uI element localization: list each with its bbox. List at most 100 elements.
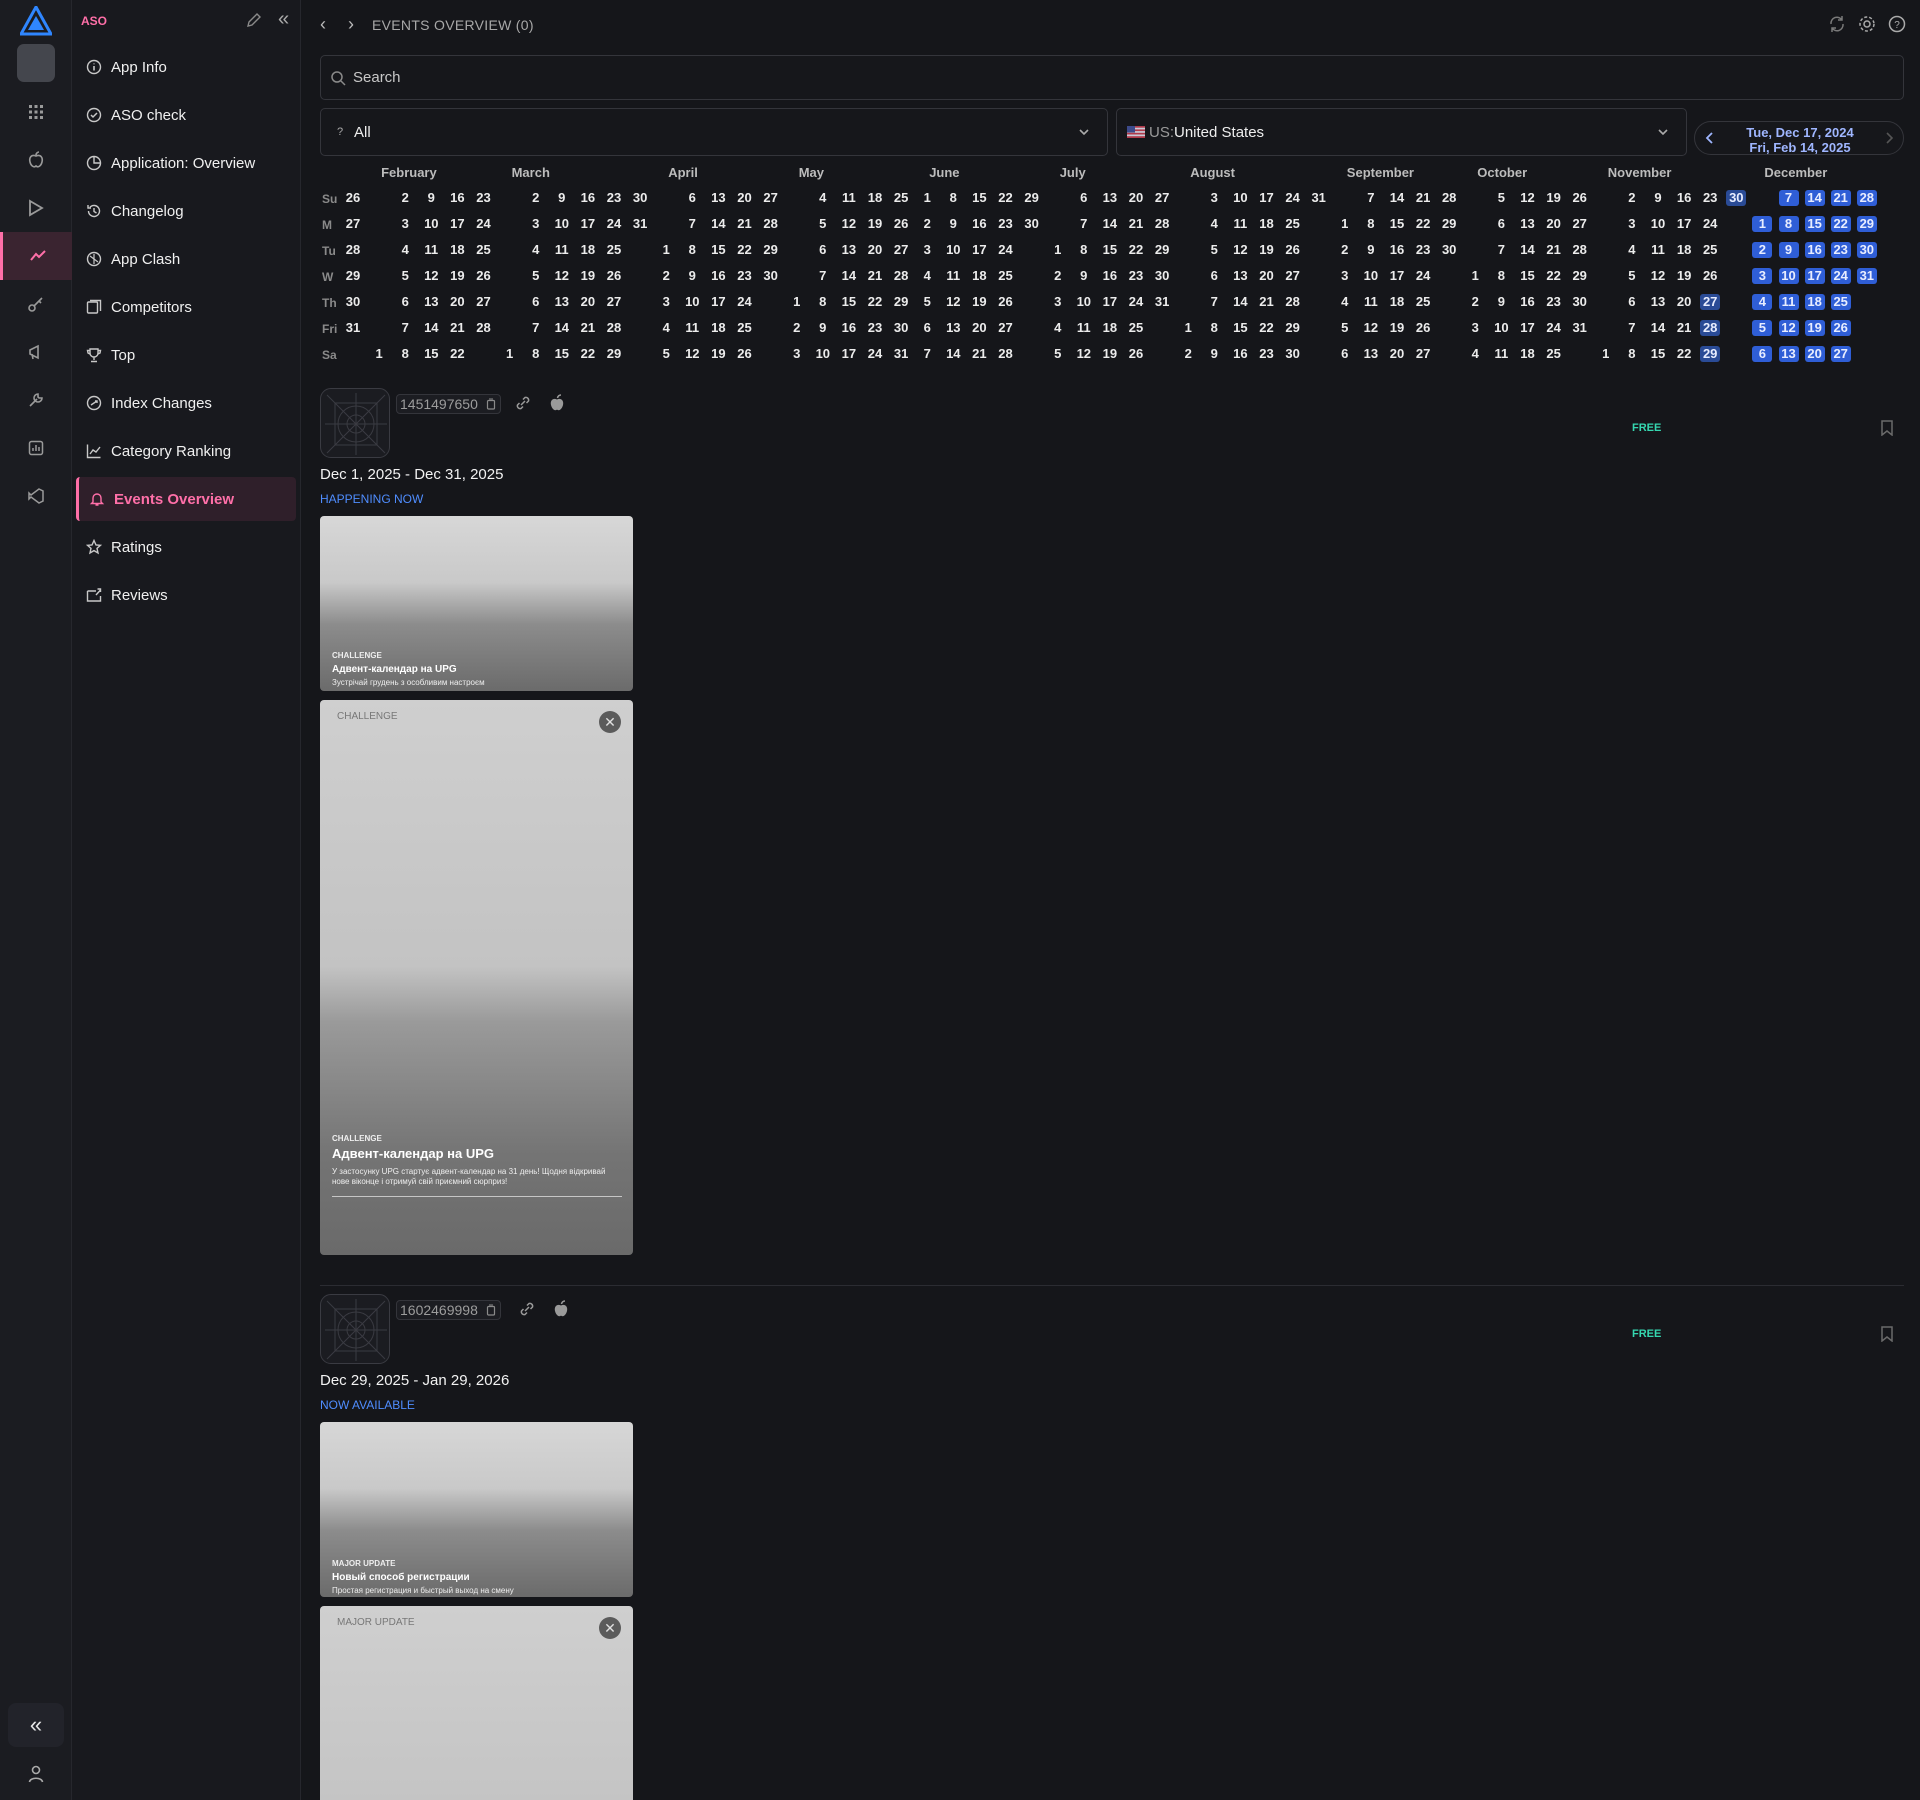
calendar-day[interactable]: 20 <box>578 294 598 310</box>
calendar-day[interactable]: 1 <box>1596 346 1616 362</box>
calendar-day[interactable]: 28 <box>761 216 781 232</box>
calendar-day[interactable]: 12 <box>1230 242 1250 258</box>
calendar-day[interactable]: 3 <box>1622 216 1642 232</box>
calendar-day[interactable]: 15 <box>1100 242 1120 258</box>
calendar-day[interactable]: 21 <box>1413 190 1433 206</box>
calendar-day[interactable]: 29 <box>1856 216 1877 232</box>
calendar-day[interactable]: 15 <box>1518 268 1538 284</box>
calendar-day[interactable]: 12 <box>1074 346 1094 362</box>
calendar-day[interactable]: 17 <box>1518 320 1538 336</box>
calendar-day[interactable]: 27 <box>604 294 624 310</box>
calendar-day[interactable]: 9 <box>552 190 572 206</box>
calendar-day[interactable]: 22 <box>1674 346 1694 362</box>
sidebar-item-app-info[interactable]: App Info <box>76 45 296 89</box>
calendar-day[interactable]: 17 <box>1257 190 1277 206</box>
calendar-day[interactable]: 11 <box>1361 294 1381 310</box>
calendar-day[interactable]: 3 <box>526 216 546 232</box>
calendar-day[interactable]: 26 <box>1570 190 1590 206</box>
calendar-day[interactable]: 6 <box>813 242 833 258</box>
calendar-day[interactable]: 2 <box>1178 346 1198 362</box>
calendar-day[interactable]: 2 <box>1752 242 1773 258</box>
calendar-day[interactable]: 5 <box>1335 320 1355 336</box>
calendar-day[interactable]: 13 <box>839 242 859 258</box>
calendar-day[interactable]: 23 <box>996 216 1016 232</box>
calendar-day[interactable]: 10 <box>1491 320 1511 336</box>
calendar-day[interactable]: 14 <box>421 320 441 336</box>
calendar-day[interactable]: 11 <box>552 242 572 258</box>
calendar-day[interactable]: 17 <box>708 294 728 310</box>
calendar-day[interactable]: 1 <box>1048 242 1068 258</box>
calendar-day[interactable]: 25 <box>604 242 624 258</box>
calendar-day[interactable]: 29 <box>1022 190 1042 206</box>
calendar-day[interactable]: 27 <box>1152 190 1172 206</box>
calendar-day[interactable]: 3 <box>1465 320 1485 336</box>
calendar-day[interactable]: 18 <box>969 268 989 284</box>
calendar-day[interactable]: 8 <box>943 190 963 206</box>
calendar-day[interactable]: 4 <box>1465 346 1485 362</box>
calendar-day[interactable]: 10 <box>552 216 572 232</box>
calendar-day[interactable]: 9 <box>943 216 963 232</box>
sidebar-item-reviews[interactable]: Reviews <box>76 573 296 617</box>
close-icon[interactable]: ✕ <box>599 711 621 733</box>
calendar-day[interactable]: 24 <box>474 216 494 232</box>
calendar-day[interactable]: 26 <box>1126 346 1146 362</box>
calendar-day[interactable]: 1 <box>1178 320 1198 336</box>
apple-icon[interactable] <box>0 136 72 184</box>
calendar-day[interactable]: 6 <box>1074 190 1094 206</box>
sidebar-item-application-overview[interactable]: Application: Overview <box>76 141 296 185</box>
calendar-day[interactable]: 28 <box>1439 190 1459 206</box>
calendar-day[interactable]: 27 <box>1413 346 1433 362</box>
calendar-day[interactable]: 25 <box>996 268 1016 284</box>
calendar-day[interactable]: 26 <box>996 294 1016 310</box>
calendar-day[interactable]: 6 <box>1491 216 1511 232</box>
calendar-day[interactable]: 14 <box>1648 320 1668 336</box>
calendar-day[interactable]: 25 <box>1544 346 1564 362</box>
calendar-day[interactable]: 30 <box>891 320 911 336</box>
calendar-day[interactable]: 21 <box>735 216 755 232</box>
calendar-day[interactable]: 22 <box>1413 216 1433 232</box>
calendar-day[interactable]: 9 <box>1648 190 1668 206</box>
calendar-day[interactable]: 28 <box>1570 242 1590 258</box>
bookmark-icon[interactable] <box>1880 1326 1894 1342</box>
calendar-day[interactable]: 3 <box>787 346 807 362</box>
calendar-day[interactable]: 27 <box>891 242 911 258</box>
calendar-day[interactable]: 23 <box>1126 268 1146 284</box>
megaphone-icon[interactable] <box>0 328 72 376</box>
sidebar-item-competitors[interactable]: Competitors <box>76 285 296 329</box>
calendar-day[interactable]: 23 <box>1700 190 1720 206</box>
calendar-day[interactable]: 9 <box>1778 242 1799 258</box>
calendar-day[interactable]: 8 <box>1778 216 1799 232</box>
calendar-day[interactable]: 22 <box>1126 242 1146 258</box>
calendar-day[interactable]: 15 <box>1387 216 1407 232</box>
calendar-day[interactable]: 1 <box>500 346 520 362</box>
calendar-day[interactable]: 9 <box>1204 346 1224 362</box>
calendar-day[interactable]: 24 <box>1700 216 1720 232</box>
calendar-day[interactable]: 9 <box>1074 268 1094 284</box>
calendar-day[interactable]: 27 <box>1830 346 1851 362</box>
calendar-day[interactable]: 30 <box>343 294 363 310</box>
calendar-day[interactable]: 6 <box>682 190 702 206</box>
calendar-day[interactable]: 22 <box>1257 320 1277 336</box>
calendar-day[interactable]: 14 <box>943 346 963 362</box>
calendar-day[interactable]: 24 <box>865 346 885 362</box>
calendar-day[interactable]: 21 <box>969 346 989 362</box>
calendar-day[interactable]: 2 <box>1465 294 1485 310</box>
sidebar-item-ratings[interactable]: Ratings <box>76 525 296 569</box>
calendar-day[interactable]: 13 <box>1100 190 1120 206</box>
calendar-day[interactable]: 20 <box>1257 268 1277 284</box>
calendar-day[interactable]: 17 <box>1387 268 1407 284</box>
calendar-day[interactable]: 2 <box>1048 268 1068 284</box>
calendar-day[interactable]: 5 <box>917 294 937 310</box>
calendar-day[interactable]: 2 <box>526 190 546 206</box>
calendar-day[interactable]: 13 <box>1778 346 1799 362</box>
calendar-day[interactable]: 23 <box>604 190 624 206</box>
calendar-day[interactable]: 7 <box>1491 242 1511 258</box>
calendar-day[interactable]: 6 <box>526 294 546 310</box>
calendar-day[interactable]: 27 <box>1570 216 1590 232</box>
calendar-day[interactable]: 3 <box>395 216 415 232</box>
sidebar-item-category-ranking[interactable]: Category Ranking <box>76 429 296 473</box>
calendar-day[interactable]: 26 <box>474 268 494 284</box>
calendar-day[interactable]: 11 <box>943 268 963 284</box>
calendar-day[interactable]: 17 <box>1674 216 1694 232</box>
calendar-day[interactable]: 28 <box>343 242 363 258</box>
